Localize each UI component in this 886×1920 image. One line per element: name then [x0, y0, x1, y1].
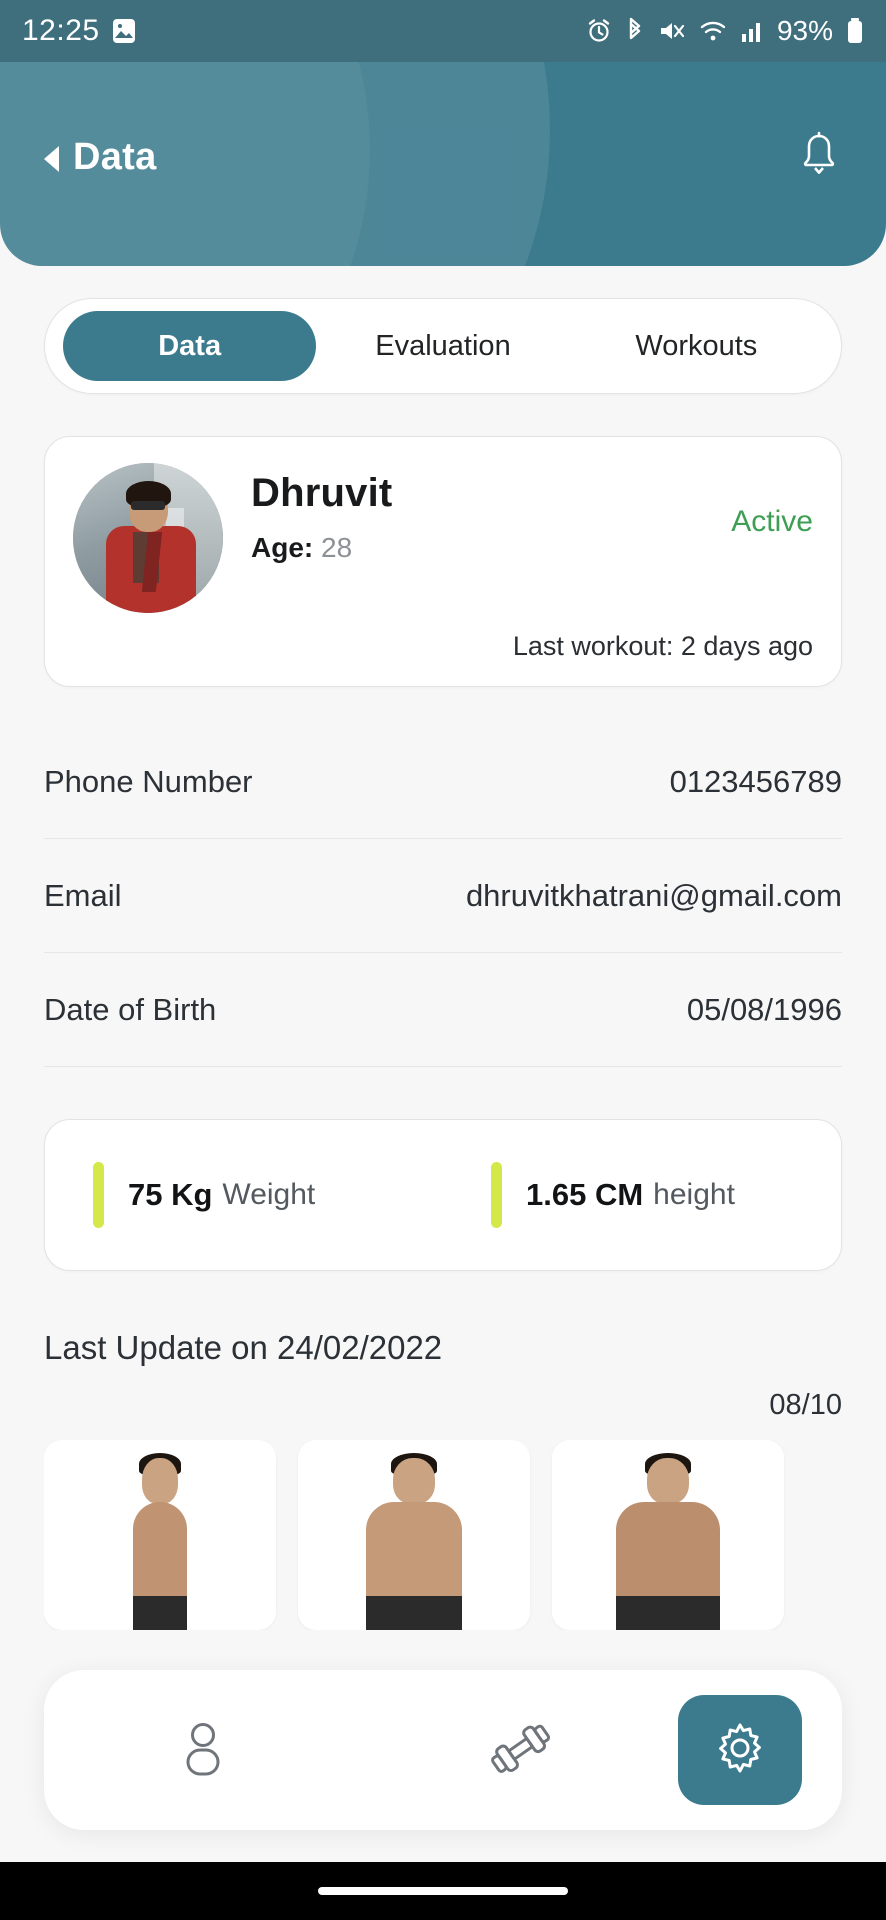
- status-bar: 12:25 93%: [0, 0, 886, 62]
- bottom-navigation: [44, 1670, 842, 1830]
- metrics-card: 75 Kg Weight 1.65 CM height: [44, 1119, 842, 1271]
- tab-workouts[interactable]: Workouts: [570, 311, 823, 381]
- metric-height[interactable]: 1.65 CM height: [443, 1162, 841, 1228]
- profile-name: Dhruvit: [251, 471, 393, 515]
- back-arrow-icon: [44, 145, 59, 172]
- metric-weight[interactable]: 75 Kg Weight: [45, 1162, 443, 1228]
- info-row-dob[interactable]: Date of Birth 05/08/1996: [44, 953, 842, 1067]
- info-list: Phone Number 0123456789 Email dhruvitkha…: [44, 725, 842, 1067]
- age-value: 28: [321, 532, 353, 563]
- page-title: Data: [73, 136, 157, 178]
- bell-icon[interactable]: [796, 130, 842, 185]
- height-value: 1.65 CM: [526, 1177, 644, 1212]
- app-screen: 12:25 93% Data Data Evaluation Workouts …: [0, 0, 886, 1920]
- tab-evaluation[interactable]: Evaluation: [316, 311, 569, 381]
- info-value-dob: 05/08/1996: [686, 991, 842, 1027]
- alarm-icon: [586, 18, 612, 44]
- progress-photo-side[interactable]: [44, 1440, 276, 1630]
- nav-item-profile[interactable]: [44, 1717, 361, 1784]
- status-time: 12:25: [22, 14, 100, 47]
- progress-photo-back[interactable]: [552, 1440, 784, 1630]
- battery-percent: 93%: [776, 15, 833, 46]
- dumbbell-icon: [482, 1713, 558, 1788]
- tab-data[interactable]: Data: [63, 311, 317, 381]
- info-row-email[interactable]: Email dhruvitkhatrani@gmail.com: [44, 839, 842, 953]
- profile-top-row: Dhruvit Age: 28 Active: [73, 463, 813, 613]
- bluetooth-icon: [625, 17, 645, 45]
- profile-age: Age: 28: [251, 532, 392, 564]
- status-bar-left: 12:25: [22, 14, 136, 48]
- header-row: Data: [0, 130, 886, 185]
- progress-photo-front[interactable]: [298, 1440, 530, 1630]
- photo-counter: 08/10: [769, 1389, 842, 1421]
- weight-label: Weight: [222, 1178, 316, 1211]
- mute-icon: [658, 18, 686, 44]
- tab-bar: Data Evaluation Workouts: [44, 298, 842, 394]
- status-badge: Active: [731, 505, 813, 538]
- main-content: Data Evaluation Workouts Dhruvit Age: 28…: [0, 266, 886, 1630]
- age-label: Age:: [251, 532, 314, 563]
- battery-icon: [846, 17, 864, 45]
- info-label-phone: Phone Number: [44, 763, 253, 799]
- progress-photo-strip[interactable]: [44, 1440, 842, 1630]
- image-icon: [112, 18, 136, 44]
- gear-icon: [711, 1719, 769, 1782]
- person-icon: [174, 1717, 232, 1784]
- nav-item-settings[interactable]: [678, 1695, 802, 1805]
- weight-value: 75 Kg: [128, 1177, 213, 1212]
- system-gesture-area: [0, 1862, 886, 1920]
- info-label-email: Email: [44, 877, 122, 913]
- nav-item-workouts[interactable]: [361, 1713, 678, 1788]
- signal-icon: [740, 18, 764, 44]
- wifi-icon: [699, 18, 727, 44]
- weight-accent-bar: [93, 1162, 104, 1228]
- avatar[interactable]: [73, 463, 223, 613]
- profile-card[interactable]: Dhruvit Age: 28 Active Last workout: 2 d…: [44, 436, 842, 687]
- profile-info: Dhruvit Age: 28: [251, 463, 392, 564]
- height-label: height: [653, 1178, 735, 1211]
- last-workout-text: Last workout: 2 days ago: [512, 631, 813, 661]
- home-gesture-bar[interactable]: [318, 1887, 568, 1895]
- status-bar-right: 93%: [586, 15, 864, 47]
- last-update-title: Last Update on 24/02/2022: [44, 1329, 443, 1366]
- back-button[interactable]: Data: [44, 136, 157, 179]
- info-label-dob: Date of Birth: [44, 991, 217, 1027]
- info-row-phone[interactable]: Phone Number 0123456789: [44, 725, 842, 839]
- height-accent-bar: [491, 1162, 502, 1228]
- info-value-email: dhruvitkhatrani@gmail.com: [465, 877, 842, 913]
- info-value-phone: 0123456789: [669, 763, 842, 799]
